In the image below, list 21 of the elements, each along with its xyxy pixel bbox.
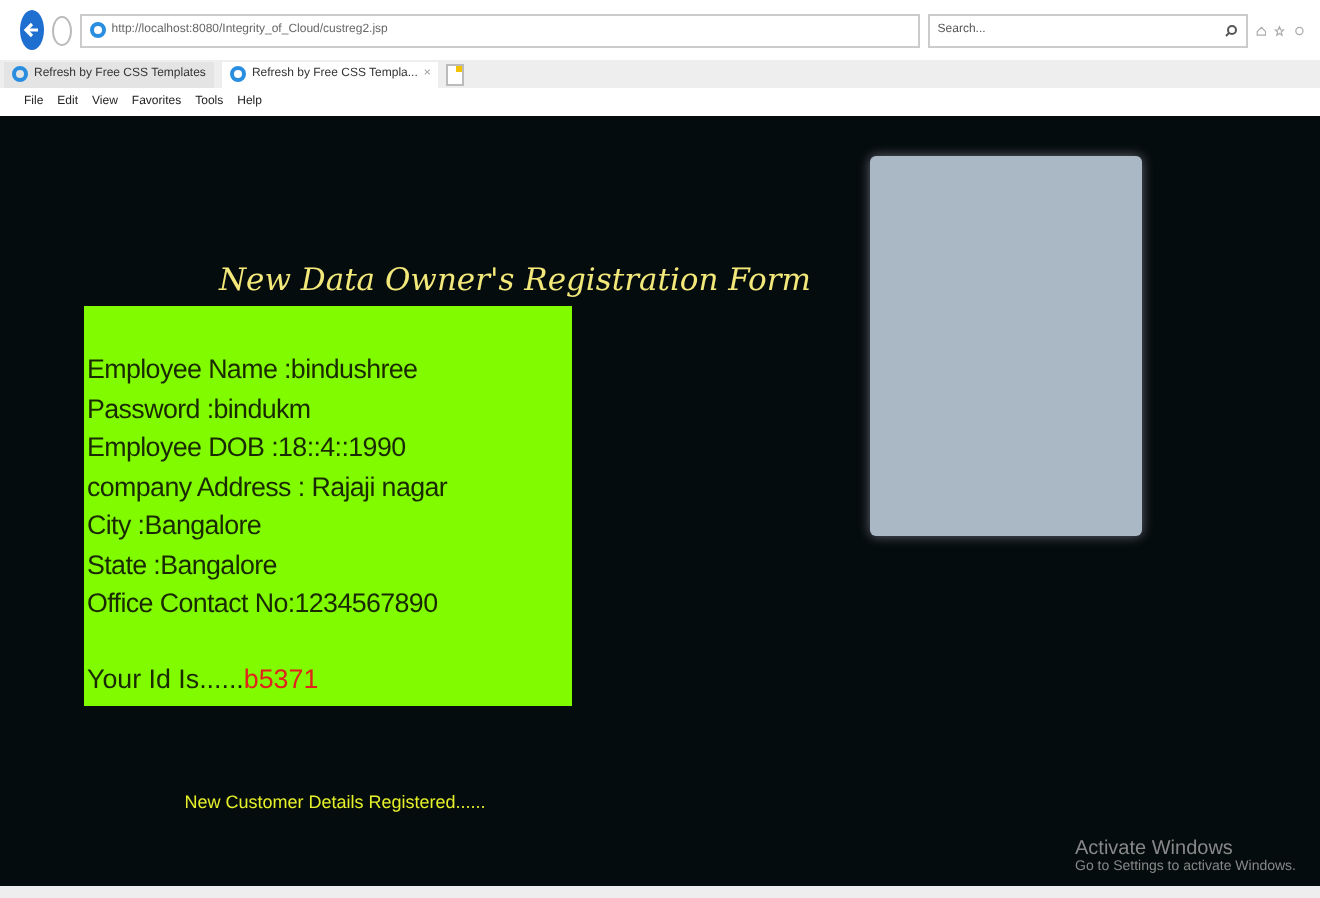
new-tab-icon[interactable] bbox=[446, 63, 465, 85]
activation-title: Activate Windows bbox=[1075, 838, 1235, 860]
detail-text: City :Bangalore bbox=[87, 508, 264, 544]
detail-text: company Address : Rajaji nagar bbox=[87, 469, 450, 506]
detail-text: Employee DOB :18::4::1990 bbox=[87, 430, 408, 466]
id-value: b5371 bbox=[243, 661, 319, 697]
arrow-icon bbox=[22, 20, 42, 40]
status-message: New Customer Details Registered...... bbox=[184, 792, 486, 812]
browser-icon bbox=[229, 66, 246, 82]
home-icon[interactable] bbox=[1255, 21, 1267, 39]
browser-icon bbox=[12, 66, 28, 82]
form-title: New Data Owner's Registration Form bbox=[218, 262, 811, 298]
search-icon bbox=[1223, 23, 1238, 37]
browser-icon bbox=[89, 22, 106, 38]
detail-text: State :Bangalore bbox=[87, 547, 279, 584]
detail-text: Password :bindukm bbox=[87, 391, 313, 427]
detail-text: Employee Name :bindushree bbox=[87, 352, 420, 388]
detail-text: Office Contact No:1234567890 bbox=[87, 586, 440, 622]
back-button[interactable] bbox=[20, 10, 44, 50]
star-icon[interactable] bbox=[1274, 21, 1286, 39]
id-label: Your Id Is...... bbox=[87, 661, 244, 697]
